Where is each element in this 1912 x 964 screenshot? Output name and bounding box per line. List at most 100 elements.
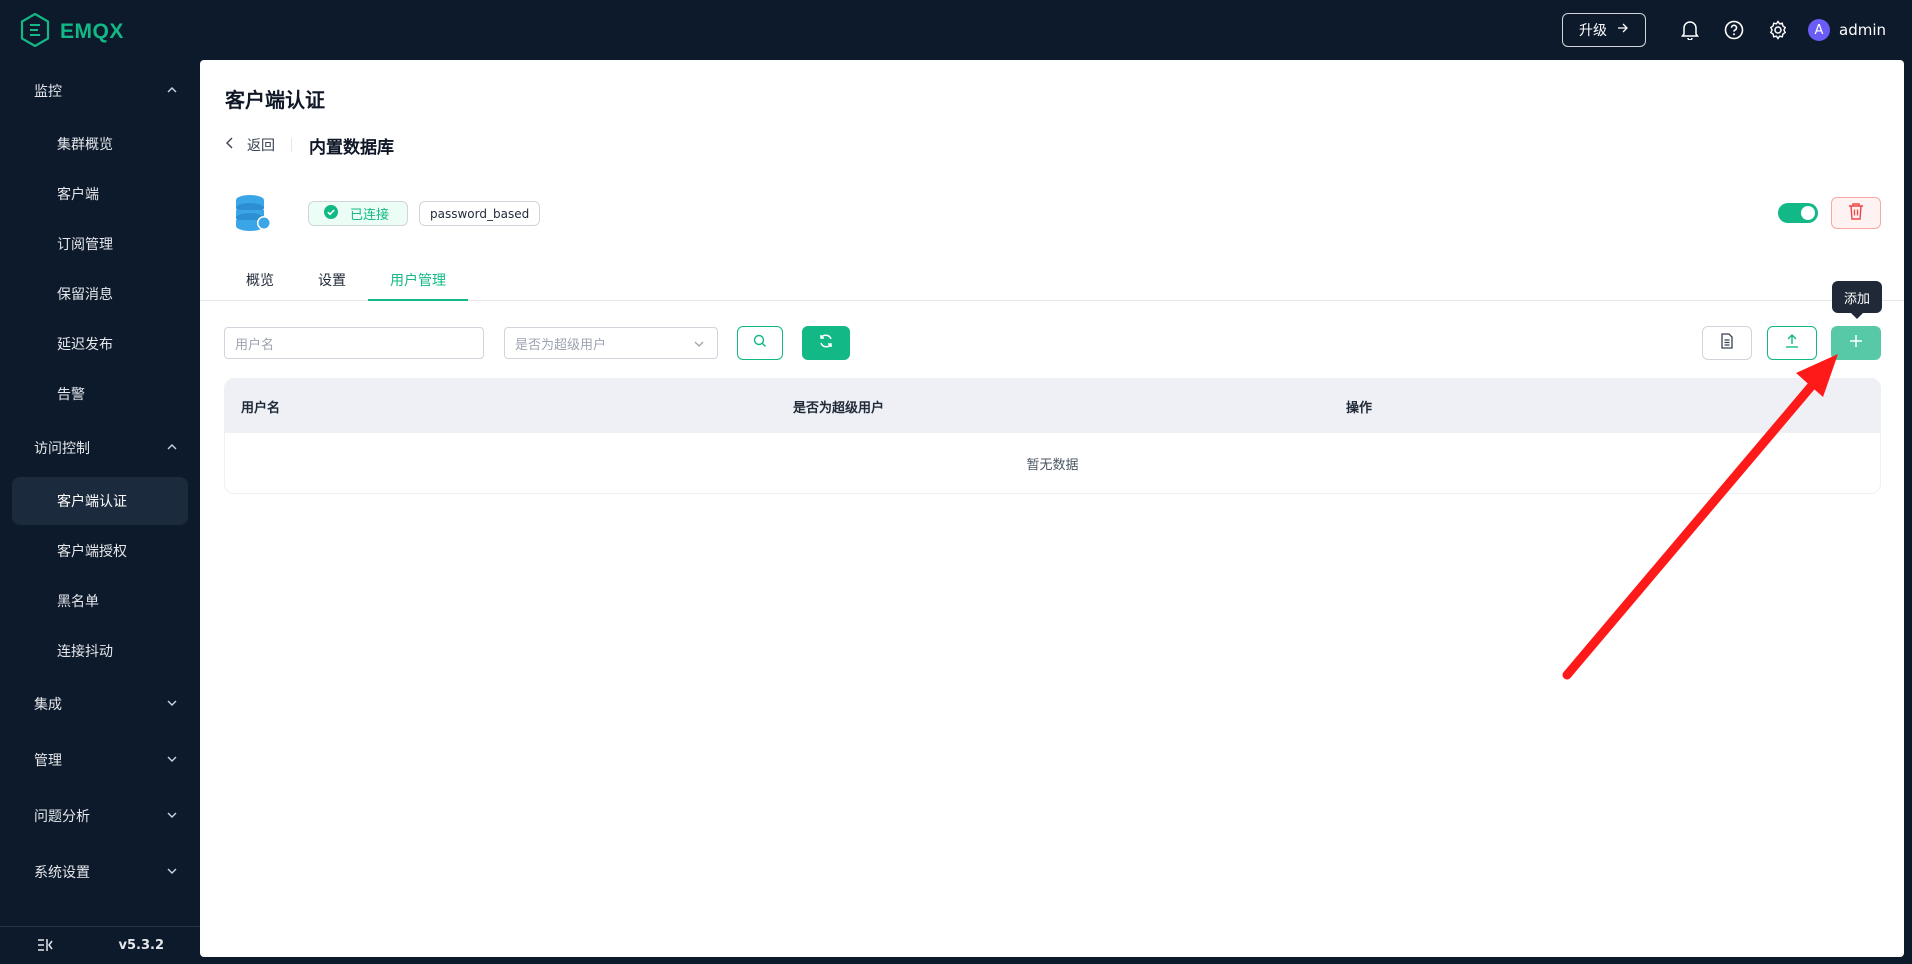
superuser-select[interactable]: 是否为超级用户 [504,327,718,359]
refresh-icon [818,333,834,353]
chevron-down-icon [166,697,178,713]
back-link[interactable]: 返回 [225,135,275,155]
top-bar: EMQX 升级 A admin [0,0,1912,60]
database-icon [233,193,273,237]
sidebar-group-label: 集成 [34,697,62,713]
sidebar-group-access-control[interactable]: 访问控制 [0,428,200,468]
sidebar-item-authentication[interactable]: 客户端认证 [12,477,188,525]
sidebar-item-label: 告警 [57,387,85,403]
sidebar-footer: v5.3.2 [0,926,200,964]
column-header-superuser: 是否为超级用户 [793,400,885,416]
sidebar-item-label: 连接抖动 [57,644,113,660]
tab-user-management[interactable]: 用户管理 [368,260,468,301]
superuser-placeholder: 是否为超级用户 [515,337,607,353]
import-button[interactable] [1767,326,1817,360]
sidebar-item-label: 延迟发布 [57,337,113,353]
sidebar-item-label: 集群概览 [57,137,113,153]
top-right-actions: 升级 A admin [1562,12,1886,48]
sidebar-item-subscriptions[interactable]: 订阅管理 [12,220,188,268]
sidebar-item-label: 客户端 [57,187,99,203]
upload-icon [1784,333,1800,353]
back-label: 返回 [247,138,275,154]
add-user-button[interactable] [1831,326,1881,360]
sidebar-group-label: 监控 [34,84,62,100]
tab-label: 设置 [318,273,346,289]
sidebar-group-integration[interactable]: 集成 [0,684,200,724]
search-icon [753,334,767,352]
sidebar-item-label: 黑名单 [57,594,99,610]
help-icon[interactable] [1712,12,1756,48]
chevron-down-icon [166,865,178,881]
arrow-right-icon [1617,22,1629,38]
collapse-sidebar-icon[interactable] [36,937,54,957]
sidebar-group-label: 管理 [34,753,62,769]
sidebar-group-management[interactable]: 管理 [0,740,200,780]
logo[interactable]: EMQX [20,12,124,51]
auth-source-title: 内置数据库 [309,138,394,158]
chevron-up-icon [166,441,178,457]
chevron-down-icon [166,753,178,769]
sidebar-item-label: 保留消息 [57,287,113,303]
sidebar-item-blacklist[interactable]: 黑名单 [12,577,188,625]
tabs: 概览 设置 用户管理 [200,260,1904,301]
sidebar-group-label: 问题分析 [34,809,90,825]
empty-state: 暂无数据 [1026,457,1079,473]
plus-icon [1848,333,1864,353]
sidebar-group-label: 系统设置 [34,865,90,881]
tab-label: 概览 [246,273,274,289]
page-title: 客户端认证 [225,88,325,112]
sidebar-group-monitoring[interactable]: 监控 [0,71,200,111]
sidebar-item-label: 客户端授权 [57,544,127,560]
sidebar-item-delayed[interactable]: 延迟发布 [12,320,188,368]
main-panel: 客户端认证 返回 内置数据库 已连接 password_based 概览 设置 … [200,60,1904,957]
divider [291,138,292,152]
document-icon [1720,333,1734,353]
search-button[interactable] [737,326,783,360]
status-badge: 已连接 [308,201,408,226]
add-tooltip: 添加 [1832,281,1882,319]
sidebar-item-cluster-overview[interactable]: 集群概览 [12,120,188,168]
column-header-actions: 操作 [1346,400,1373,416]
trash-icon [1848,202,1864,224]
tab-settings[interactable]: 设置 [296,260,368,300]
avatar: A [1808,19,1830,41]
users-table: 用户名 是否为超级用户 操作 暂无数据 [224,378,1881,494]
upgrade-button[interactable]: 升级 [1562,13,1646,47]
app-version: v5.3.2 [118,938,165,953]
sidebar-item-label: 订阅管理 [57,237,113,253]
sidebar-item-alarms[interactable]: 告警 [12,370,188,418]
sidebar-item-retained[interactable]: 保留消息 [12,270,188,318]
chevron-left-icon [225,137,235,153]
emqx-logo-icon [20,12,50,51]
sidebar: 监控 集群概览 客户端 订阅管理 保留消息 延迟发布 告警 访问控制 客户端认证… [0,60,200,964]
status-label: 已连接 [350,208,390,223]
check-circle-icon [324,204,338,223]
user-menu[interactable]: A admin [1808,19,1886,41]
gear-icon[interactable] [1756,12,1800,48]
delete-button[interactable] [1831,197,1881,229]
brand-name: EMQX [60,20,124,43]
table-header: 用户名 是否为超级用户 操作 [225,379,1880,433]
tab-overview[interactable]: 概览 [224,260,296,300]
username-search-input[interactable]: 用户名 [224,327,484,359]
sidebar-item-label: 客户端认证 [57,494,127,510]
chevron-up-icon [166,84,178,100]
username-placeholder: 用户名 [235,337,275,353]
sidebar-group-label: 访问控制 [34,441,90,457]
chevron-down-icon [693,338,705,354]
sidebar-group-diagnostics[interactable]: 问题分析 [0,796,200,836]
refresh-button[interactable] [802,326,850,360]
bell-icon[interactable] [1668,12,1712,48]
column-header-username: 用户名 [241,400,281,416]
upgrade-label: 升级 [1579,23,1607,39]
enable-toggle[interactable] [1778,203,1818,223]
document-button[interactable] [1702,326,1752,360]
sidebar-group-system-settings[interactable]: 系统设置 [0,852,200,892]
sidebar-item-authorization[interactable]: 客户端授权 [12,527,188,575]
mechanism-tag: password_based [419,201,541,226]
username: admin [1839,21,1886,39]
sidebar-item-flapping[interactable]: 连接抖动 [12,627,188,675]
sidebar-item-clients[interactable]: 客户端 [12,170,188,218]
tab-label: 用户管理 [390,272,446,289]
chevron-down-icon [166,809,178,825]
